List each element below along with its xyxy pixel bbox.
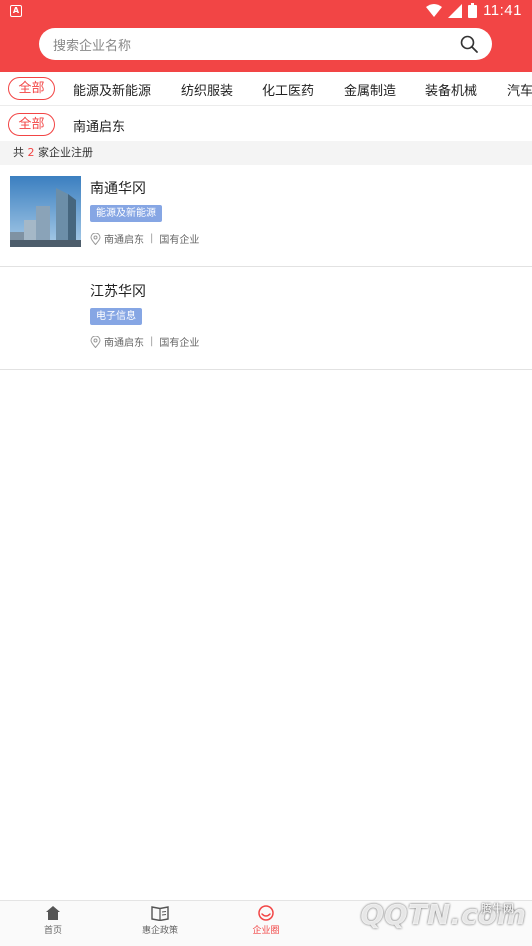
company-name: 江苏华冈: [90, 284, 146, 300]
search-placeholder: 搜索企业名称: [53, 39, 132, 54]
region-filter: 全部 南通启东: [0, 107, 532, 140]
policy-icon: [151, 906, 169, 921]
company-card[interactable]: 江苏华冈 电子信息 南通启东 | 国有企业: [0, 268, 532, 370]
tab-label: 首页: [43, 926, 62, 936]
company-type: 国有企业: [159, 235, 200, 246]
meta-separator: |: [150, 336, 154, 347]
company-meta: 南通启东 | 国有企业: [90, 334, 199, 349]
category-auto[interactable]: 汽车: [507, 80, 532, 99]
company-name: 南通华冈: [90, 181, 146, 197]
count-prefix: 共: [13, 146, 24, 159]
category-machinery[interactable]: 装备机械: [425, 80, 477, 99]
battery-icon: [468, 3, 478, 18]
company-card[interactable]: 南通华冈 能源及新能源 南通启东 | 国有企业: [0, 165, 532, 267]
meta-separator: |: [150, 233, 154, 244]
category-energy[interactable]: 能源及新能源: [73, 80, 151, 99]
industry-tag: 电子信息: [90, 308, 142, 325]
company-thumbnail: [10, 176, 81, 247]
location-pin-icon: [90, 232, 101, 245]
wifi-icon: [426, 3, 443, 17]
status-bar: A 11:41: [0, 0, 532, 24]
tab-label: 惠企政策: [141, 926, 178, 936]
category-metal[interactable]: 金属制造: [344, 80, 396, 99]
location-pin-icon: [90, 335, 101, 348]
category-textile[interactable]: 纺织服装: [181, 80, 233, 99]
count-suffix: 家企业注册: [38, 146, 93, 159]
region-current[interactable]: 南通启东: [73, 116, 125, 135]
result-count: 共 2 家企业注册: [0, 141, 532, 165]
search-icon[interactable]: [459, 34, 479, 54]
region-all[interactable]: 全部: [8, 113, 55, 136]
watermark-text: 腾牛网: [481, 902, 514, 915]
signal-icon: [448, 3, 463, 18]
industry-tag: 能源及新能源: [90, 205, 162, 222]
status-time: 11:41: [483, 2, 522, 19]
company-type: 国有企业: [159, 338, 200, 349]
company-meta: 南通启东 | 国有企业: [90, 231, 199, 246]
status-indicators: 11:41: [426, 2, 522, 19]
tab-home[interactable]: 首页: [13, 905, 93, 936]
app-header: A 11:41 搜索企业名称: [0, 0, 532, 72]
tab-enterprise-circle[interactable]: 企业圈: [226, 905, 306, 936]
search-input[interactable]: 搜索企业名称: [39, 28, 492, 60]
tab-label: 企业圈: [252, 926, 280, 936]
enterprise-circle-icon: [258, 905, 274, 921]
company-location: 南通启东: [104, 338, 144, 349]
count-number: 2: [27, 146, 35, 159]
category-chemical[interactable]: 化工医药: [262, 80, 314, 99]
tab-policy[interactable]: 惠企政策: [120, 905, 200, 936]
category-all[interactable]: 全部: [8, 77, 55, 100]
category-tabs: 全部 能源及新能源 纺织服装 化工医药 金属制造 装备机械 汽车: [0, 72, 532, 106]
company-location: 南通启东: [104, 235, 144, 246]
home-icon: [46, 906, 60, 920]
app-notification-icon: A: [10, 5, 22, 17]
